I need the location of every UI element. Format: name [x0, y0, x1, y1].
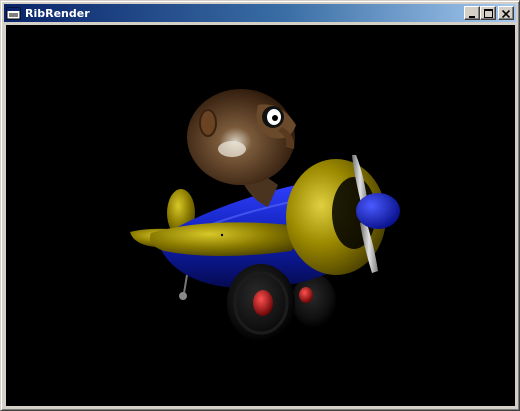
front-wheel	[227, 264, 295, 342]
rendered-scene	[130, 89, 400, 342]
window-controls	[464, 6, 514, 20]
minimize-button[interactable]	[464, 6, 480, 20]
pilot-helmet	[187, 89, 296, 185]
close-button[interactable]	[498, 6, 514, 20]
render-viewport[interactable]	[6, 25, 515, 406]
nose-spinner	[356, 193, 400, 229]
title-bar[interactable]: RibRender	[4, 4, 516, 22]
window-title: RibRender	[25, 6, 90, 20]
maximize-button[interactable]	[480, 6, 496, 20]
maximize-icon	[483, 6, 493, 21]
app-window-icon	[6, 6, 22, 20]
minimize-icon	[468, 6, 476, 21]
close-icon	[501, 6, 511, 21]
application-window: RibRender	[0, 0, 520, 411]
